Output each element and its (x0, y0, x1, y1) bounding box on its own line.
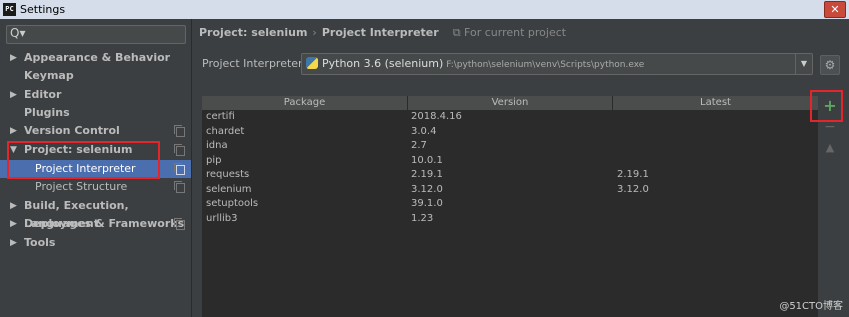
copy-icon: ⧉ (452, 26, 461, 39)
package-name: pip (206, 154, 222, 166)
table-row[interactable]: certifi 2018.4.16 (202, 110, 818, 125)
packages-table: Package Version Latest certifi 2018.4.16… (202, 96, 818, 317)
remove-icon[interactable]: − (820, 120, 840, 134)
expand-arrow-icon[interactable]: ▶ (10, 86, 17, 104)
sidebar-item-label: Plugins (24, 106, 70, 119)
upgrade-icon[interactable]: ▲ (820, 141, 840, 155)
copy-icon (174, 218, 185, 230)
table-row[interactable]: selenium 3.12.0 3.12.0 (202, 183, 818, 198)
highlight-box (7, 141, 160, 179)
package-latest: 3.12.0 (617, 183, 649, 195)
expand-arrow-icon[interactable]: ▶ (10, 49, 17, 67)
watermark: @51CTO博客 (779, 301, 843, 312)
sidebar-item-tools[interactable]: ▶ Tools (0, 234, 191, 252)
copy-icon (174, 181, 185, 193)
python-icon (306, 57, 318, 69)
main-panel: Project: selenium › Project Interpreter ⧉ F… (192, 19, 849, 317)
package-version: 1.23 (411, 212, 434, 224)
gear-icon[interactable]: ⚙ (820, 55, 840, 75)
window-title: Settings (20, 3, 66, 16)
copy-icon (174, 163, 185, 175)
sidebar-item-languages[interactable]: ▶ Languages & Frameworks (0, 215, 191, 233)
chevron-down-icon[interactable]: ▼ (795, 54, 812, 74)
package-version: 2018.4.16 (411, 111, 462, 122)
package-latest: 2.19.1 (617, 169, 649, 180)
scope-label: For current project (464, 26, 567, 39)
breadcrumb-page: Project Interpreter (321, 26, 439, 39)
table-row[interactable]: pip 10.0.1 (202, 154, 818, 169)
breadcrumb-separator: › (312, 26, 317, 39)
column-header-latest[interactable]: Latest (613, 96, 818, 110)
sidebar-item-label: Keymap (24, 69, 74, 82)
highlight-box (810, 90, 843, 122)
column-header-package[interactable]: Package (202, 96, 408, 110)
sidebar-item-label: Languages & Frameworks (24, 217, 185, 230)
table-row[interactable]: setuptools 39.1.0 (202, 197, 818, 212)
title-bar: PC Settings ✕ (0, 0, 849, 19)
close-button[interactable]: ✕ (824, 1, 846, 18)
table-row[interactable]: requests 2.19.1 2.19.1 (202, 168, 818, 183)
package-version: 2.7 (411, 140, 427, 151)
package-toolbar: + − ▲ (820, 96, 840, 317)
copy-icon (174, 125, 185, 137)
interpreter-select[interactable]: Python 3.6 (selenium) F:\python\selenium\… (301, 53, 813, 75)
expand-arrow-icon[interactable]: ▶ (10, 122, 17, 140)
breadcrumb: Project: selenium › Project Interpreter ⧉ F… (199, 26, 566, 40)
package-name: chardet (206, 125, 245, 137)
sidebar-item-label: Appearance & Behavior (24, 51, 171, 64)
app-icon: PC (3, 3, 16, 16)
interpreter-path: F:\python\selenium\venv\Scripts\python.e… (446, 60, 645, 70)
sidebar-item-version-control[interactable]: ▶ Version Control (0, 122, 191, 140)
expand-arrow-icon[interactable]: ▶ (10, 234, 17, 252)
search-input[interactable]: Q▾ (6, 25, 186, 44)
breadcrumb-project[interactable]: Project: selenium (199, 26, 307, 39)
scope-note: ⧉ For current project (453, 26, 566, 39)
settings-sidebar: Q▾ ▶ Appearance & Behavior Keymap ▶ Edit… (0, 19, 192, 317)
sidebar-item-label: Project Structure (35, 180, 128, 193)
column-header-version[interactable]: Version (408, 96, 613, 110)
table-header: Package Version Latest (202, 96, 818, 110)
sidebar-item-editor[interactable]: ▶ Editor (0, 86, 191, 104)
sidebar-item-label: Editor (24, 88, 62, 101)
sidebar-item-label: Tools (24, 236, 56, 249)
package-version: 3.12.0 (411, 183, 443, 195)
package-name: idna (206, 140, 228, 151)
interpreter-label: Project Interpreter: (202, 57, 307, 70)
sidebar-item-build[interactable]: ▶ Build, Execution, Deployment (0, 197, 191, 230)
package-name: requests (206, 169, 250, 180)
table-row[interactable]: urllib3 1.23 (202, 212, 818, 227)
interpreter-value: Python 3.6 (selenium) F:\python\selenium\… (322, 57, 644, 70)
expand-arrow-icon[interactable]: ▶ (10, 197, 17, 215)
package-version: 3.0.4 (411, 125, 437, 137)
package-name: urllib3 (206, 212, 238, 224)
sidebar-item-plugins[interactable]: Plugins (0, 104, 191, 122)
package-name: setuptools (206, 198, 259, 209)
package-version: 39.1.0 (411, 198, 443, 209)
sidebar-item-label: Version Control (24, 124, 120, 137)
package-version: 10.0.1 (411, 154, 443, 166)
package-name: selenium (206, 183, 252, 195)
copy-icon (174, 144, 185, 156)
sidebar-item-appearance[interactable]: ▶ Appearance & Behavior (0, 49, 191, 67)
search-icon: Q▾ (10, 26, 26, 40)
sidebar-item-keymap[interactable]: Keymap (0, 67, 191, 85)
sidebar-item-project-structure[interactable]: Project Structure (0, 178, 191, 196)
interpreter-name: Python 3.6 (selenium) (322, 57, 444, 70)
package-version: 2.19.1 (411, 169, 443, 180)
table-row[interactable]: chardet 3.0.4 (202, 125, 818, 140)
expand-arrow-icon[interactable]: ▶ (10, 215, 17, 233)
package-name: certifi (206, 111, 235, 122)
table-row[interactable]: idna 2.7 (202, 139, 818, 154)
